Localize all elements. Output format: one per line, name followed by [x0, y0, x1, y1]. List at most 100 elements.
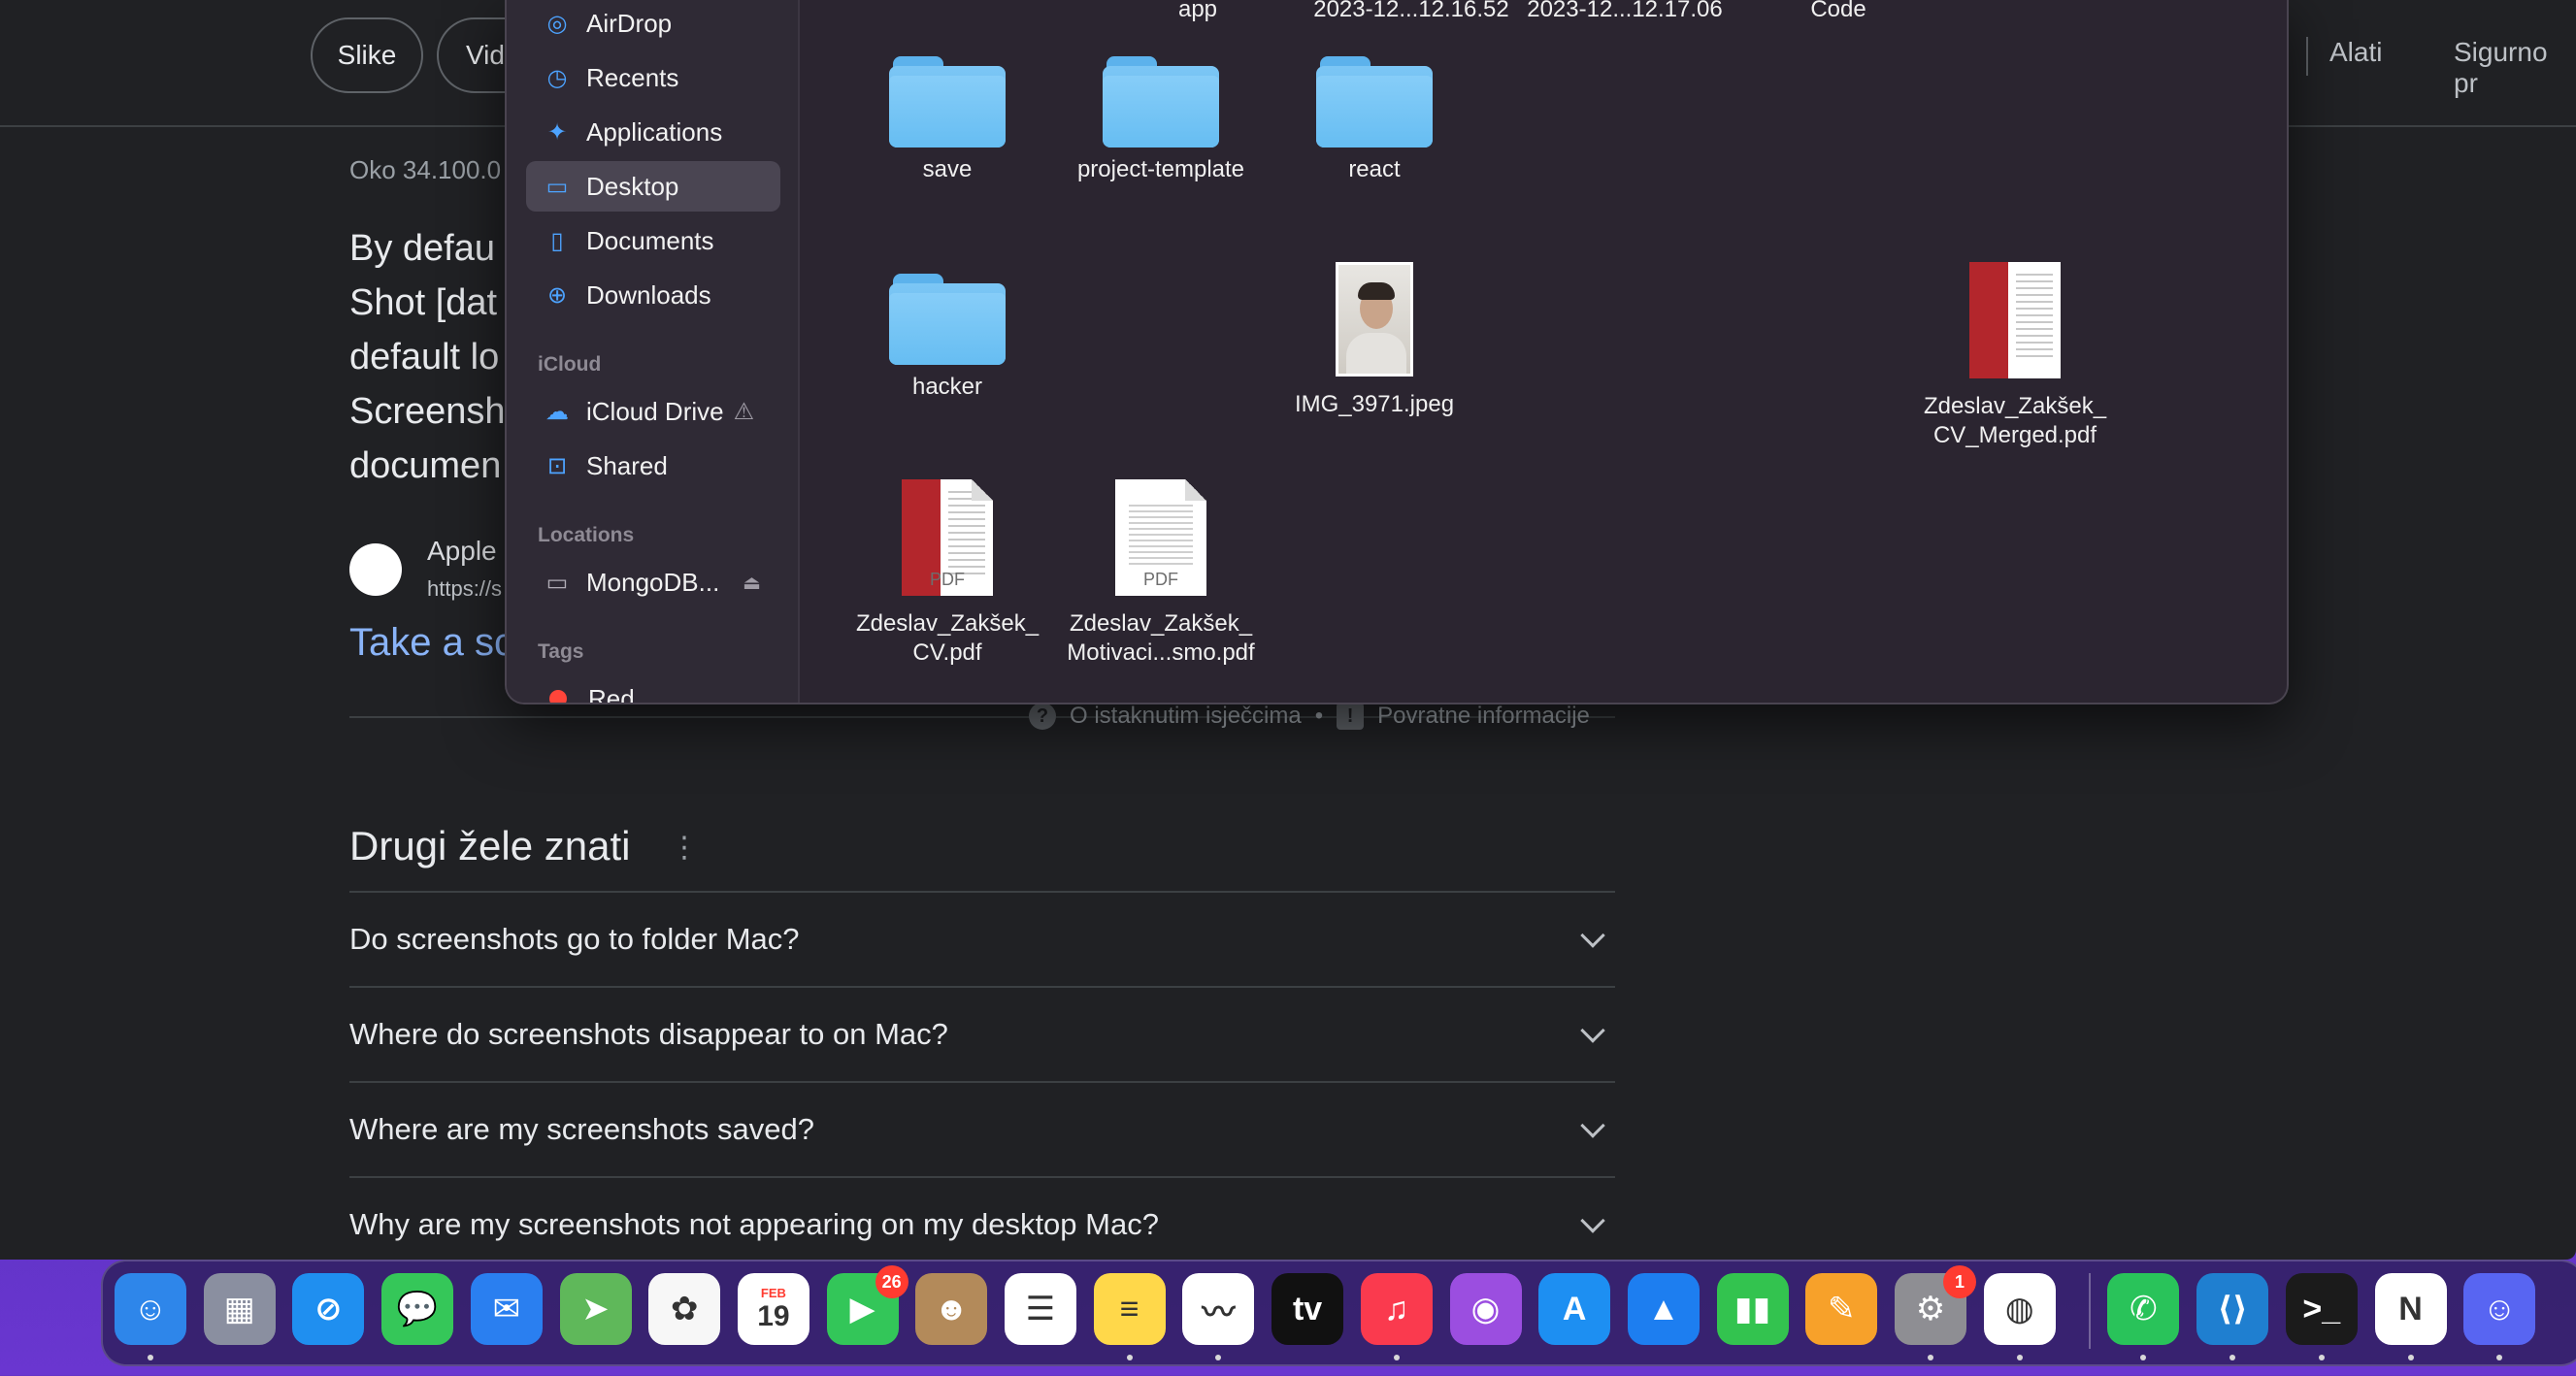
safesearch-link[interactable]: Sigurno pr: [2454, 37, 2576, 99]
tools-link[interactable]: Alati: [2329, 37, 2382, 68]
file-grid: app 2023-12...12.16.52 2023-12...12.17.0…: [800, 0, 2287, 703]
sidebar-item-mongodb[interactable]: ▭ MongoDB... ⏏: [526, 557, 780, 607]
file-item-pdf[interactable]: PDF Zdeslav_Zakšek_ Motivaci...smo.pdf: [1054, 479, 1268, 668]
file-item-folder[interactable]: project-template: [1054, 50, 1268, 184]
sidebar-item-recents[interactable]: ◷ Recents: [526, 52, 780, 103]
dock-app-podcasts[interactable]: ◉: [1449, 1273, 1522, 1345]
paa-question[interactable]: Where are my screenshots saved?: [349, 1081, 1615, 1176]
file-item-pdf[interactable]: Zdeslav_Zakšek_ CV_Merged.pdf: [1908, 262, 2122, 450]
chevron-down-icon: [1580, 1208, 1605, 1233]
sidebar-item-icloud-drive[interactable]: ☁ iCloud Drive ⚠: [526, 386, 780, 437]
dock-app-whatsapp[interactable]: ✆: [2107, 1273, 2180, 1345]
dock-app-discord[interactable]: ☺: [2463, 1273, 2536, 1345]
sidebar-item-label: Documents: [586, 225, 714, 255]
dock-app-safari[interactable]: ⊘: [292, 1273, 365, 1345]
snippet-feedback-row: ? O istaknutim isječcima • ! Povratne in…: [1029, 703, 1590, 730]
file-label-partial[interactable]: app: [1091, 0, 1305, 23]
paa-question-text: Why are my screenshots not appearing on …: [349, 1207, 1159, 1241]
people-also-ask-list: Do screenshots go to folder Mac? Where d…: [349, 891, 1615, 1260]
dock-app-calendar[interactable]: FEB 19: [737, 1273, 809, 1345]
dock-app-chrome[interactable]: ◍: [1983, 1273, 2056, 1345]
document-icon: ▯: [550, 227, 564, 254]
chip-videos-label: Vid: [466, 40, 505, 70]
sidebar-item-label: MongoDB...: [586, 567, 720, 597]
sidebar-section-tags: Tags: [538, 640, 584, 663]
paa-question[interactable]: Do screenshots go to folder Mac?: [349, 891, 1615, 986]
dock-app-music[interactable]: ♫: [1360, 1273, 1433, 1345]
file-item-folder[interactable]: react: [1268, 50, 1481, 184]
paa-question-text: Where are my screenshots saved?: [349, 1112, 814, 1146]
sidebar-item-shared[interactable]: ⊡ Shared: [526, 441, 780, 491]
messages-icon: 💬: [396, 1291, 439, 1327]
sidebar-item-label: Shared: [586, 450, 668, 480]
dock-separator: [2089, 1273, 2091, 1349]
running-indicator: [1126, 1355, 1133, 1360]
file-item-pdf[interactable]: PDF Zdeslav_Zakšek_ CV.pdf: [841, 479, 1054, 668]
sidebar-item-applications[interactable]: ✦ Applications: [526, 107, 780, 157]
cloud-icon: ☁: [545, 398, 569, 425]
dock-app-numbers[interactable]: ▮▮: [1716, 1273, 1789, 1345]
dock-app-pages[interactable]: ✎: [1805, 1273, 1878, 1345]
sidebar-item-documents[interactable]: ▯ Documents: [526, 215, 780, 266]
paa-question[interactable]: Where do screenshots disappear to on Mac…: [349, 986, 1615, 1081]
running-indicator: [2407, 1355, 2414, 1360]
feedback-link[interactable]: Povratne informacije: [1377, 703, 1590, 730]
eject-icon[interactable]: ⏏: [743, 571, 761, 595]
dock-app-notes[interactable]: ≡: [1093, 1273, 1166, 1345]
numbers-icon: ▮▮: [1734, 1291, 1771, 1327]
chrome-icon: ◍: [2004, 1291, 2034, 1327]
dock-app-keynote[interactable]: ▲: [1627, 1273, 1700, 1345]
file-name: hacker: [911, 374, 983, 400]
shared-folder-icon: ⊡: [546, 452, 568, 479]
finder-sidebar: ◎ AirDrop ◷ Recents ✦ Applications ▭ Desktop…: [507, 0, 800, 703]
dock-app-photos[interactable]: ✿: [648, 1273, 721, 1345]
file-label-partial[interactable]: 2023-12...12.16.52: [1305, 0, 1518, 23]
dock-app-vs-code[interactable]: ⟨⟩: [2196, 1273, 2269, 1345]
file-name: IMG_3971.jpeg: [1294, 391, 1455, 417]
dock-app-notion[interactable]: N: [2374, 1273, 2447, 1345]
file-label-partial[interactable]: Code: [1732, 0, 1945, 23]
dock-app-contacts[interactable]: ☻: [915, 1273, 988, 1345]
dock-app-tv[interactable]: tv: [1271, 1273, 1344, 1345]
apple-logo-icon: [349, 543, 402, 596]
image-thumbnail: [1336, 262, 1413, 377]
result-stats: Oko 34.100.0: [349, 155, 502, 184]
paa-question[interactable]: Why are my screenshots not appearing on …: [349, 1176, 1615, 1260]
more-options-icon[interactable]: ⋮: [670, 831, 699, 865]
dock-app-terminal[interactable]: >_: [2285, 1273, 2358, 1345]
file-item-folder[interactable]: hacker: [841, 268, 1054, 402]
result-link[interactable]: Take a sc: [349, 621, 513, 665]
dock-app-reminders[interactable]: ☰: [1005, 1273, 1076, 1345]
dock-app-messages[interactable]: 💬: [381, 1273, 454, 1345]
file-item-image[interactable]: IMG_3971.jpeg: [1268, 262, 1481, 419]
notification-badge: 1: [1943, 1265, 1976, 1298]
paa-question-text: Do screenshots go to folder Mac?: [349, 922, 800, 956]
file-item-folder[interactable]: save: [841, 50, 1054, 184]
sidebar-item-desktop[interactable]: ▭ Desktop: [526, 161, 780, 212]
file-name: project-template: [1076, 156, 1245, 182]
file-label-partial[interactable]: 2023-12...12.17.06: [1518, 0, 1732, 23]
sidebar-item-tag-red[interactable]: Red: [526, 673, 780, 704]
sidebar-item-downloads[interactable]: ⊕ Downloads: [526, 270, 780, 320]
dock-app-maps[interactable]: ➤: [559, 1273, 632, 1345]
sidebar-item-label: Red: [588, 683, 635, 704]
dock-app-mail[interactable]: ✉: [470, 1273, 543, 1345]
sidebar-item-label: AirDrop: [586, 8, 673, 38]
running-indicator: [148, 1355, 153, 1360]
dock-app-app-store[interactable]: A: [1538, 1273, 1611, 1345]
photos-icon: ✿: [670, 1291, 699, 1327]
about-snippets-link[interactable]: O istaknutim isječcima: [1070, 703, 1302, 730]
sidebar-item-airdrop[interactable]: ◎ AirDrop: [526, 0, 780, 49]
pdf-thumbnail: PDF: [902, 479, 993, 596]
dock-app-launchpad[interactable]: ▦: [203, 1273, 276, 1345]
running-indicator: [1928, 1355, 1933, 1360]
dock-app-freeform[interactable]: 〰: [1182, 1273, 1255, 1345]
paa-question-text: Where do screenshots disappear to on Mac…: [349, 1017, 948, 1051]
source-url[interactable]: https://s: [427, 576, 502, 602]
pdf-thumbnail: [1969, 262, 2061, 378]
download-icon: ⊕: [546, 281, 568, 309]
whatsapp-icon: ✆: [2130, 1291, 2158, 1327]
dock-app-finder[interactable]: ☺: [115, 1273, 186, 1345]
pdf-tag: PDF: [1143, 570, 1178, 589]
chip-images[interactable]: Slike: [311, 17, 423, 93]
